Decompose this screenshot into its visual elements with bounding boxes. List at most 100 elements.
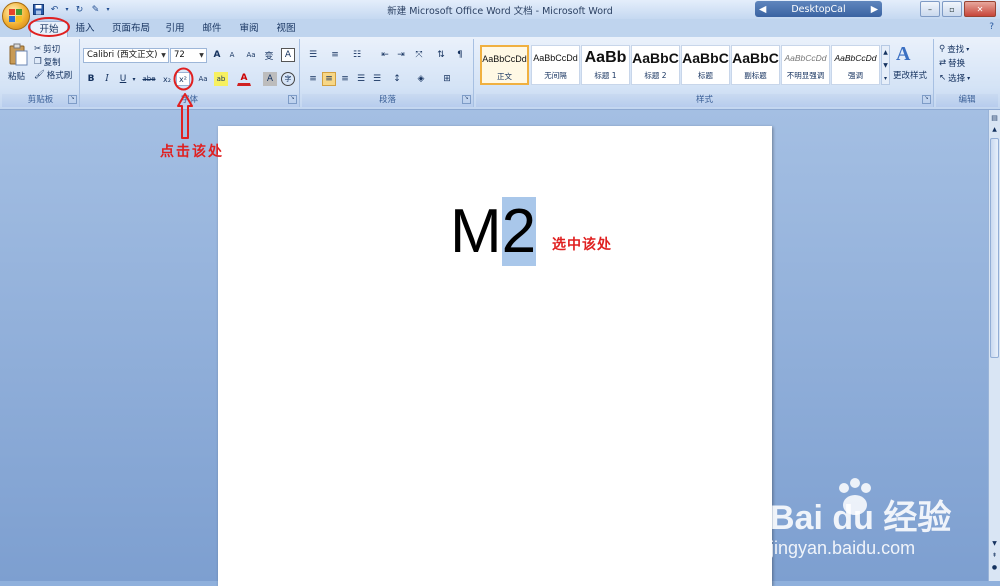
styles-gallery-scroll[interactable]: ▲ ▼ ▾	[881, 45, 890, 85]
chinese-layout-icon[interactable]: ⤧	[412, 48, 426, 62]
chevron-down-icon[interactable]: ▾	[130, 72, 138, 86]
replace-label: 替换	[948, 59, 966, 69]
bullets-icon[interactable]: ☰	[306, 48, 320, 62]
font-family-select[interactable]: Calibri (西文正文) ▼	[83, 48, 169, 63]
numbering-icon[interactable]: ≡	[328, 48, 342, 62]
minimize-button[interactable]: –	[920, 1, 940, 17]
styles-launcher-icon[interactable]: ↘	[922, 95, 931, 104]
scrollbar-thumb[interactable]	[990, 138, 999, 358]
style-tile-heading-1[interactable]: AaBb 标题 1	[581, 45, 630, 85]
tab-references[interactable]: 引用	[162, 21, 188, 37]
replace-button[interactable]: ⇄ 替换	[939, 57, 965, 69]
distribute-icon[interactable]: ☰	[370, 72, 384, 86]
select-button[interactable]: ↖ 选择 ▾	[939, 72, 970, 84]
bold-button[interactable]: B	[84, 72, 98, 86]
office-logo-blue	[9, 16, 15, 22]
brush-icon: 🖌	[34, 70, 45, 80]
tab-view[interactable]: 视图	[273, 21, 299, 37]
prev-page-icon[interactable]: ⇞	[990, 552, 999, 561]
change-styles-button[interactable]: 更改样式	[893, 69, 927, 81]
annotation-arrow-icon	[177, 93, 193, 139]
style-tile-heading-2[interactable]: AaBbC 标题 2	[631, 45, 680, 85]
scroll-up-icon[interactable]: ▲	[990, 126, 999, 135]
tab-page-layout[interactable]: 页面布局	[110, 21, 152, 37]
find-label: 查找	[947, 45, 965, 55]
select-label: 选择	[948, 74, 966, 84]
chevron-down-icon: ▾	[967, 74, 971, 82]
help-icon[interactable]: ?	[989, 22, 994, 32]
sort-icon[interactable]: ⇅	[434, 48, 448, 62]
tab-review[interactable]: 审阅	[236, 21, 262, 37]
font-launcher-icon[interactable]: ↘	[288, 95, 297, 104]
show-marks-icon[interactable]: ¶	[453, 48, 467, 62]
decrease-indent-icon[interactable]: ⇤	[378, 48, 392, 62]
baidu-watermark: Bai du 经验 jingyan.baidu.com	[770, 478, 970, 558]
highlight-button[interactable]: ab	[214, 72, 228, 86]
italic-button[interactable]: I	[100, 72, 114, 86]
style-name: 无间隔	[544, 71, 567, 80]
document-text[interactable]: M2	[450, 190, 537, 274]
browse-object-icon[interactable]: ●	[990, 564, 999, 573]
style-tile-normal[interactable]: AaBbCcDd 正文	[480, 45, 529, 85]
desktopcal-widget[interactable]: ◀ DesktopCal ▶	[755, 1, 882, 17]
shrink-font-button[interactable]: A	[225, 48, 239, 62]
document-page[interactable]: M2 选中该处	[218, 126, 772, 586]
style-tile-emphasis[interactable]: AaBbCcDd 强调	[831, 45, 880, 85]
style-name: 标题 2	[644, 71, 667, 80]
vertical-scrollbar[interactable]: ▤ ▲ ▼ ⇞ ●	[988, 110, 1000, 581]
style-sample: AaBbCcDd	[533, 53, 578, 63]
enclose-char-button[interactable]: 字	[281, 72, 295, 86]
style-name: 标题	[698, 71, 713, 80]
multilevel-list-icon[interactable]: ☷	[350, 48, 364, 62]
paste-button[interactable]: 粘贴	[8, 70, 25, 82]
format-painter-button[interactable]: 🖌 格式刷	[34, 69, 72, 81]
style-tile-subtle-emphasis[interactable]: AaBbCcDd 不明显强调	[781, 45, 830, 85]
arrow-left-icon[interactable]: ◀	[759, 4, 766, 15]
arrow-right-icon[interactable]: ▶	[871, 4, 878, 15]
tab-insert[interactable]: 插入	[72, 21, 98, 37]
align-right-icon[interactable]: ≡	[338, 72, 352, 86]
font-size-select[interactable]: 72 ▼	[170, 48, 207, 63]
char-border-button[interactable]: A	[281, 48, 295, 62]
tab-mailings[interactable]: 邮件	[199, 21, 225, 37]
office-logo-yellow	[16, 16, 22, 22]
line-spacing-icon[interactable]: ↕	[390, 72, 404, 86]
align-center-icon[interactable]: ≡	[322, 72, 336, 86]
paragraph-launcher-icon[interactable]: ↘	[462, 95, 471, 104]
scroll-down-icon[interactable]: ▼	[990, 540, 999, 549]
office-button[interactable]	[2, 2, 30, 30]
align-left-icon[interactable]: ≡	[306, 72, 320, 86]
style-tile-title[interactable]: AaBbC 标题	[681, 45, 730, 85]
clipboard-launcher-icon[interactable]: ↘	[68, 95, 77, 104]
underline-button[interactable]: U	[116, 72, 130, 86]
change-styles-icon[interactable]: A	[896, 43, 910, 66]
font-color-button[interactable]: A	[237, 72, 251, 86]
change-case-button[interactable]: Aa	[194, 72, 212, 86]
superscript-highlight-circle	[173, 67, 194, 91]
find-button[interactable]: ⚲ 查找 ▾	[939, 43, 969, 55]
group-label-editing: 编辑	[936, 94, 998, 107]
shading-icon[interactable]: ◈	[414, 72, 428, 86]
grow-font-button[interactable]: A	[210, 48, 224, 62]
close-button[interactable]: ✕	[964, 1, 996, 17]
paste-icon[interactable]	[8, 43, 28, 67]
document-text-normal[interactable]: M	[450, 197, 502, 266]
style-tile-subtitle[interactable]: AaBbC 副标题	[731, 45, 780, 85]
subscript-button[interactable]: x₂	[160, 72, 174, 86]
style-tile-no-spacing[interactable]: AaBbCcDd 无间隔	[531, 45, 580, 85]
justify-icon[interactable]: ☰	[354, 72, 368, 86]
strikethrough-button[interactable]: abe	[140, 72, 158, 86]
char-shading-button[interactable]: A	[263, 72, 277, 86]
phonetic-guide-button[interactable]: 变	[262, 48, 276, 62]
clear-format-button[interactable]: Aa	[244, 48, 258, 62]
cut-button[interactable]: ✂ 剪切	[34, 43, 60, 55]
ruler-toggle-icon[interactable]: ▤	[990, 114, 999, 123]
increase-indent-icon[interactable]: ⇥	[394, 48, 408, 62]
document-text-selected[interactable]: 2	[501, 197, 537, 266]
copy-button[interactable]: ❐ 复制	[34, 56, 61, 68]
restore-button[interactable]: ▫	[942, 1, 962, 17]
borders-icon[interactable]: ⊞	[440, 72, 454, 86]
group-label-paragraph: 段落	[302, 94, 473, 107]
style-sample: AaBbC	[682, 50, 729, 66]
style-sample: AaBbCcDd	[784, 53, 827, 63]
